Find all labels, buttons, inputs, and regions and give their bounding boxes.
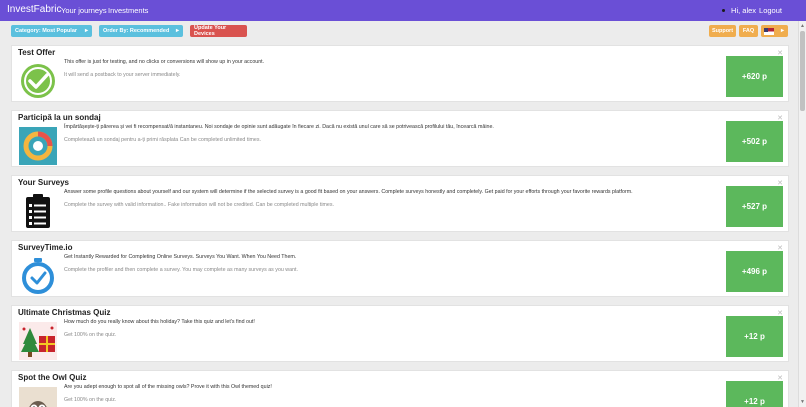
category-label: Category: Most Popular (15, 28, 78, 34)
user-status-icon (722, 9, 726, 12)
filter-bar: Category: Most Popular ▸ Order By: Recom… (0, 21, 798, 47)
faq-button[interactable]: FAQ (739, 25, 758, 37)
caret-right-icon: ▸ (175, 28, 179, 34)
survey-ring-icon (19, 127, 57, 165)
support-button[interactable]: Support (709, 25, 736, 37)
offer-description: This offer is just for testing, and no c… (64, 59, 265, 65)
top-navbar: InvestFabric Your journeys Investments H… (0, 0, 806, 21)
offer-card[interactable]: Test Offer This offer is just for testin… (11, 45, 789, 102)
offer-note: Completează un sondaj pentru a-ți primi … (64, 137, 261, 143)
user-greeting: Hi, alex (731, 6, 757, 15)
nav-link-your-journeys[interactable]: Your journeys (61, 6, 107, 15)
offer-points-button[interactable]: +502 p (726, 121, 783, 162)
offer-note: Get 100% on the quiz. (64, 332, 117, 338)
offer-points-button[interactable]: +12 p (726, 316, 783, 357)
order-dropdown[interactable]: Order By: Recommended ▸ (99, 25, 183, 37)
offer-note: It will send a postback to your server i… (64, 72, 181, 78)
offer-points-button[interactable]: +496 p (726, 251, 783, 292)
nav-link-investments[interactable]: Investments (108, 6, 148, 15)
offer-title: Test Offer (18, 48, 56, 57)
offer-title: Spot the Owl Quiz (18, 373, 87, 382)
offer-title: Ultimate Christmas Quiz (18, 308, 111, 317)
caret-right-icon: ▸ (780, 28, 784, 34)
language-dropdown[interactable]: ▸ (761, 25, 788, 37)
christmas-quiz-icon (19, 322, 57, 360)
offer-card[interactable]: Spot the Owl Quiz Are you adept enough t… (11, 370, 789, 407)
offer-card[interactable]: Participă la un sondaj Împărtășește-ți p… (11, 110, 789, 167)
logout-link[interactable]: Logout (759, 6, 782, 15)
order-label: Order By: Recommended (103, 28, 170, 34)
offer-description: Get Instantly Rewarded for Completing On… (64, 254, 297, 260)
offer-description: How much do you really know about this h… (64, 319, 255, 325)
offer-card[interactable]: Your Surveys Answer some profile questio… (11, 175, 789, 232)
us-flag-icon (764, 27, 774, 35)
offer-points-button[interactable]: +527 p (726, 186, 783, 227)
update-devices-button[interactable]: Update Your Devices (190, 25, 247, 37)
caret-right-icon: ▸ (84, 28, 88, 34)
brand-logo[interactable]: InvestFabric (7, 4, 61, 15)
scroll-up-icon[interactable]: ▲ (800, 23, 805, 29)
page-scrollbar[interactable]: ▲ ▼ (798, 21, 806, 407)
offer-points-button[interactable]: +620 p (726, 56, 783, 97)
offer-card[interactable]: Ultimate Christmas Quiz How much do you … (11, 305, 789, 362)
owl-icon (19, 387, 57, 407)
category-dropdown[interactable]: Category: Most Popular ▸ (11, 25, 92, 37)
offer-title: SurveyTime.io (18, 243, 73, 252)
clipboard-icon (19, 192, 57, 230)
offer-note: Complete the profiler and then complete … (64, 267, 298, 273)
user-area: Hi, alex Logout (722, 6, 782, 15)
stopwatch-icon (19, 257, 57, 295)
scroll-down-icon[interactable]: ▼ (800, 399, 805, 405)
offer-note: Complete the survey with valid informati… (64, 202, 334, 208)
scrollbar-thumb[interactable] (800, 31, 805, 111)
offer-note: Get 100% on the quiz. (64, 397, 117, 403)
offer-title: Participă la un sondaj (18, 113, 101, 122)
offer-points-button[interactable]: +12 p (726, 381, 783, 407)
offer-description: Are you adept enough to spot all of the … (64, 384, 272, 390)
offer-description: Answer some profile questions about your… (64, 189, 633, 195)
offer-description: Împărtășește-ți părerea și vei fi recomp… (64, 124, 494, 130)
offer-title: Your Surveys (18, 178, 69, 187)
offer-card[interactable]: SurveyTime.io Get Instantly Rewarded for… (11, 240, 789, 297)
green-check-icon (19, 62, 57, 100)
